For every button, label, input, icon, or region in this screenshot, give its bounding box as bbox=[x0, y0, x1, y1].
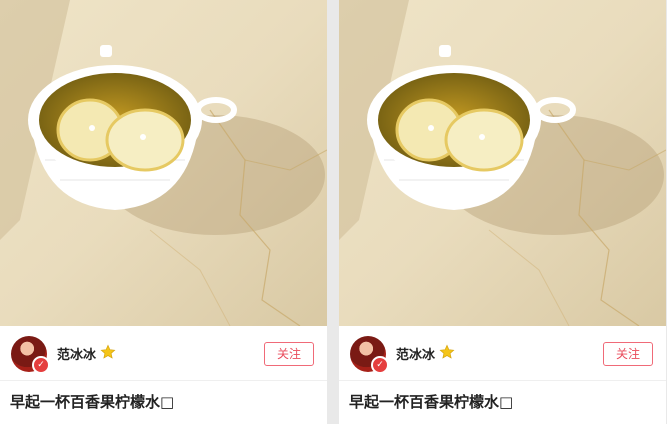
follow-button[interactable]: 关注 bbox=[603, 342, 653, 366]
author-bar: ✓ 范冰冰 关注 bbox=[0, 326, 327, 380]
avatar[interactable]: ✓ bbox=[350, 336, 389, 374]
post-title[interactable]: 早起一杯百香果柠檬水□ bbox=[349, 391, 656, 412]
post-card[interactable]: ✓ 范冰冰 关注 早起一杯百香果柠檬水□ bbox=[0, 0, 327, 424]
post-title[interactable]: 早起一杯百香果柠檬水□ bbox=[10, 391, 317, 412]
divider bbox=[339, 380, 666, 381]
avatar[interactable]: ✓ bbox=[11, 336, 50, 374]
verified-icon: ✓ bbox=[371, 356, 389, 374]
author-name[interactable]: 范冰冰 bbox=[396, 344, 435, 363]
feed-grid: ✓ 范冰冰 关注 早起一杯百香果柠檬水□ ✓ 范冰冰 关注 早起一杯百香果柠檬水… bbox=[0, 0, 667, 424]
post-image[interactable] bbox=[0, 0, 327, 326]
star-icon bbox=[439, 344, 455, 359]
post-image[interactable] bbox=[339, 0, 666, 326]
verified-icon: ✓ bbox=[32, 356, 50, 374]
post-card[interactable]: ✓ 范冰冰 关注 早起一杯百香果柠檬水□ bbox=[339, 0, 666, 424]
follow-button[interactable]: 关注 bbox=[264, 342, 314, 366]
author-bar: ✓ 范冰冰 关注 bbox=[339, 326, 666, 380]
author-name[interactable]: 范冰冰 bbox=[57, 344, 96, 363]
divider bbox=[0, 380, 327, 381]
star-icon bbox=[100, 344, 116, 359]
